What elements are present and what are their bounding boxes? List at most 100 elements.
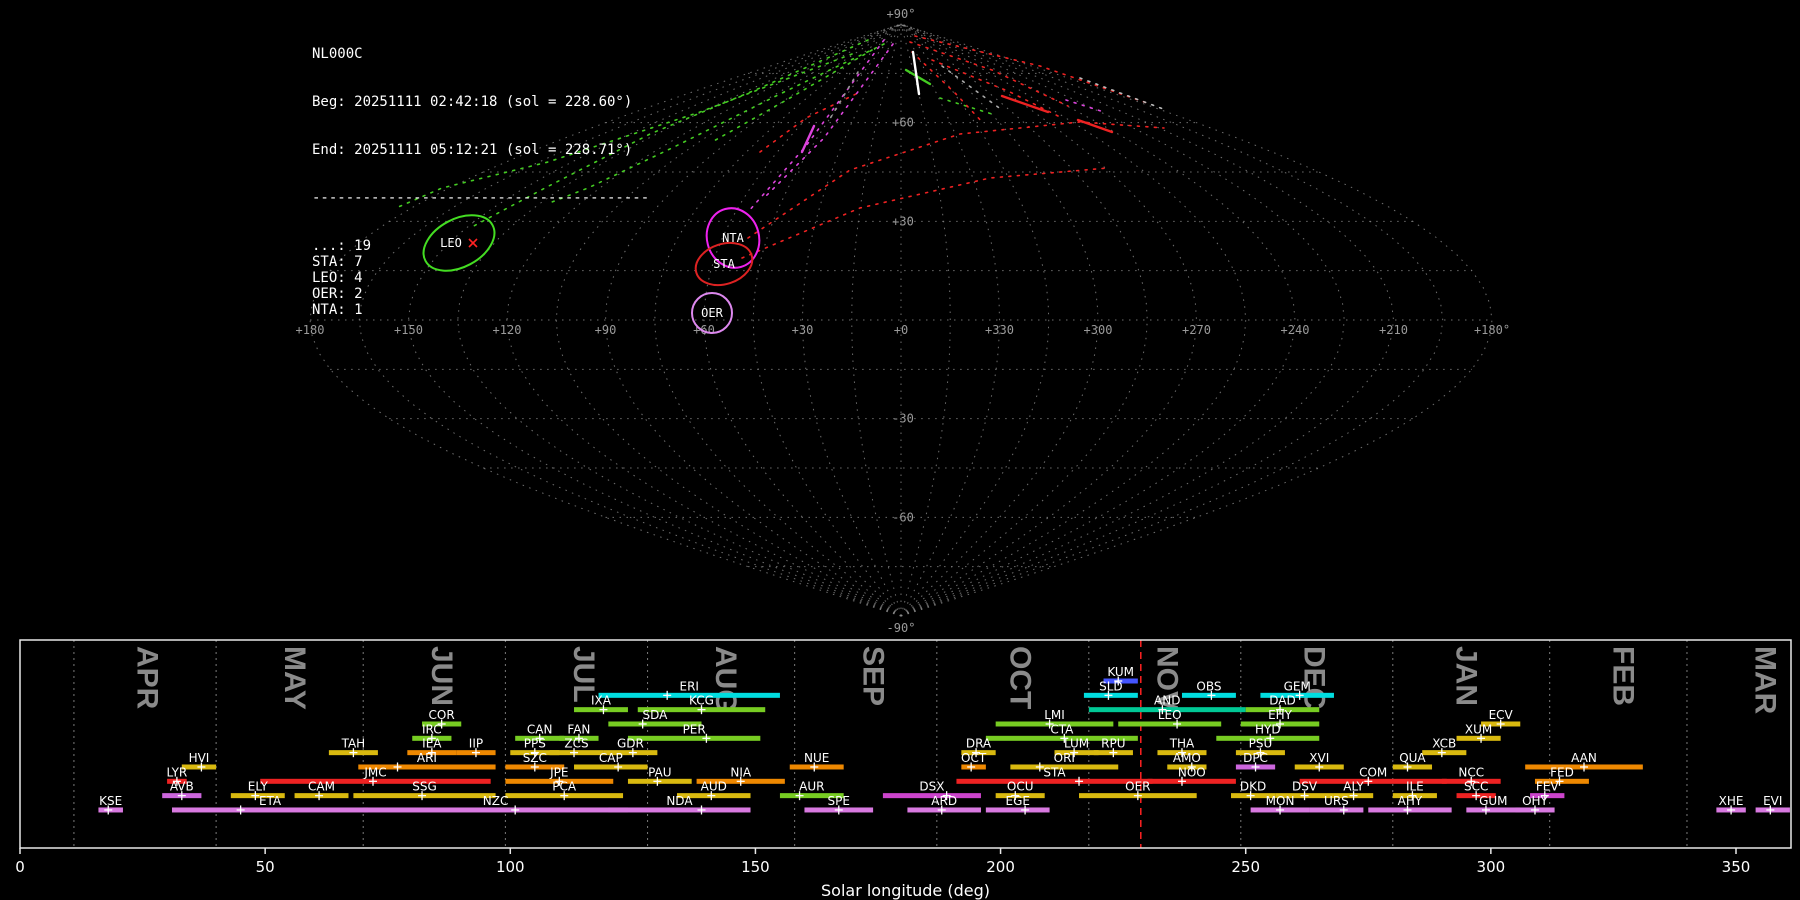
meridian-line	[851, 23, 902, 617]
shower-code-label: ALY	[1343, 780, 1364, 794]
shower-OBS: OBS	[1181, 679, 1236, 700]
shower-code-label: JMC	[363, 765, 386, 779]
shower-code-label: COM	[1359, 765, 1387, 779]
shower-bar	[1309, 807, 1364, 813]
radiant-label: STA	[713, 257, 735, 271]
shower-OCT: OCT	[961, 751, 987, 772]
shower-XHE: XHE	[1716, 794, 1746, 815]
lon-label: +330	[985, 323, 1014, 337]
shower-code-label: FED	[1550, 765, 1574, 779]
shower-code-label: XVI	[1309, 751, 1329, 765]
shower-code-label: DKD	[1240, 780, 1266, 794]
shower-code-label: IIP	[469, 737, 483, 751]
shower-code-label: LMI	[1044, 708, 1065, 722]
shower-code-label: KSE	[99, 794, 122, 808]
shower-code-label: OBS	[1196, 679, 1221, 693]
count-line-LEO: LEO: 4	[312, 270, 363, 286]
month-label-JUN: JUN	[425, 646, 458, 706]
shower-code-label: XCB	[1432, 737, 1456, 751]
lat-label: -30	[892, 412, 914, 426]
shower-code-label: AND	[1154, 694, 1180, 708]
shower-code-label: OCU	[1007, 780, 1034, 794]
shower-code-label: NZC	[483, 794, 509, 808]
shower-bar	[574, 764, 648, 770]
shower-code-label: PSU	[1249, 737, 1273, 751]
shower-code-label: KUM	[1107, 665, 1134, 679]
axis-tick-label: 300	[1477, 858, 1506, 876]
radiant-label: OER	[701, 306, 723, 320]
month-label-SEP: SEP	[856, 646, 889, 706]
shower-bar	[608, 807, 751, 813]
shower-code-label: ZCS	[564, 737, 588, 751]
shower-code-label: ERI	[680, 679, 699, 693]
summary-divider: ----------------------------------------	[312, 190, 650, 206]
shower-code-label: GUM	[1479, 794, 1507, 808]
shower-code-label: LUM	[1064, 737, 1089, 751]
end-time: End: 20251111 05:12:21 (sol = 228.71°)	[312, 142, 633, 158]
sky-map: +90°-90°+60+30-30-60+180 +150 +120 +90 +60 +3…	[296, 7, 1511, 635]
meridian-line	[900, 23, 951, 617]
shower-code-label: MON	[1266, 794, 1295, 808]
shower-NOO: NOO	[1147, 765, 1236, 786]
axis-tick-label: 0	[15, 858, 25, 876]
month-label-MAR: MAR	[1749, 646, 1782, 715]
shower-KSE: KSE	[98, 794, 123, 815]
x-axis-title: Solar longitude (deg)	[821, 881, 990, 900]
shower-STA: STA	[956, 765, 1153, 786]
shower-code-label: CAP	[599, 751, 623, 765]
axis-tick-label: 250	[1231, 858, 1260, 876]
shower-code-label: THA	[1169, 737, 1195, 751]
meteor-trail	[1076, 118, 1114, 134]
shower-bar	[171, 807, 369, 813]
meteor-trail	[1079, 77, 1167, 111]
meteor-trail	[909, 41, 1069, 107]
shower-code-label: AVB	[170, 780, 194, 794]
lon-label: +30	[792, 323, 814, 337]
count-line-STA: STA: 7	[312, 254, 363, 270]
shower-code-label: AAN	[1571, 751, 1597, 765]
shower-code-label: ETA	[259, 794, 282, 808]
meteor-trail	[941, 65, 1003, 111]
shower-code-label: LEO	[1158, 708, 1182, 722]
lon-label: +210	[1379, 323, 1408, 337]
shower-bar	[1392, 764, 1433, 770]
shower-code-label: SDA	[642, 708, 668, 722]
shower-IIP: IIP	[456, 737, 496, 758]
meteor-trail	[711, 49, 873, 143]
pole-label-north: +90°	[887, 7, 916, 21]
shower-code-label: HVI	[189, 751, 210, 765]
shower-AAN: AAN	[1525, 751, 1643, 772]
meteor-trail	[1065, 99, 1105, 113]
meteor-trail	[939, 97, 993, 115]
month-label-APR: APR	[131, 646, 164, 710]
shower-code-label: AMO	[1173, 751, 1201, 765]
shower-code-label: NIA	[730, 765, 752, 779]
meteor-trail	[1000, 94, 1050, 114]
shower-code-label: IEA	[422, 737, 442, 751]
month-label-DEC: DEC	[1298, 646, 1331, 709]
shower-bar	[985, 807, 1050, 813]
shower-TAH: TAH	[328, 737, 378, 758]
shower-code-label: SCC	[1464, 780, 1488, 794]
shower-code-label: AUR	[799, 780, 824, 794]
meteor-trail	[741, 167, 1109, 259]
shower-code-label: AUD	[701, 780, 727, 794]
shower-code-label: KCG	[689, 694, 714, 708]
shower-code-label: DSV	[1292, 780, 1318, 794]
shower-code-label: LYR	[167, 765, 188, 779]
axis-tick-label: 200	[986, 858, 1015, 876]
shower-code-label: AHY	[1398, 794, 1423, 808]
shower-code-label: GDR	[617, 737, 644, 751]
month-label-FEB: FEB	[1606, 646, 1639, 706]
shower-code-label: STA	[1043, 765, 1066, 779]
meridian-line	[900, 23, 1395, 617]
shower-code-label: SPE	[828, 794, 850, 808]
shower-code-label: JPE	[549, 765, 568, 779]
shower-code-label: NUE	[804, 751, 829, 765]
shower-bar	[956, 778, 1153, 784]
axis-tick-label: 350	[1722, 858, 1751, 876]
shower-code-label: GEM	[1284, 679, 1311, 693]
shower-code-label: ILE	[1406, 780, 1424, 794]
shower-code-label: XUM	[1465, 722, 1492, 736]
shower-bar	[1118, 721, 1222, 727]
